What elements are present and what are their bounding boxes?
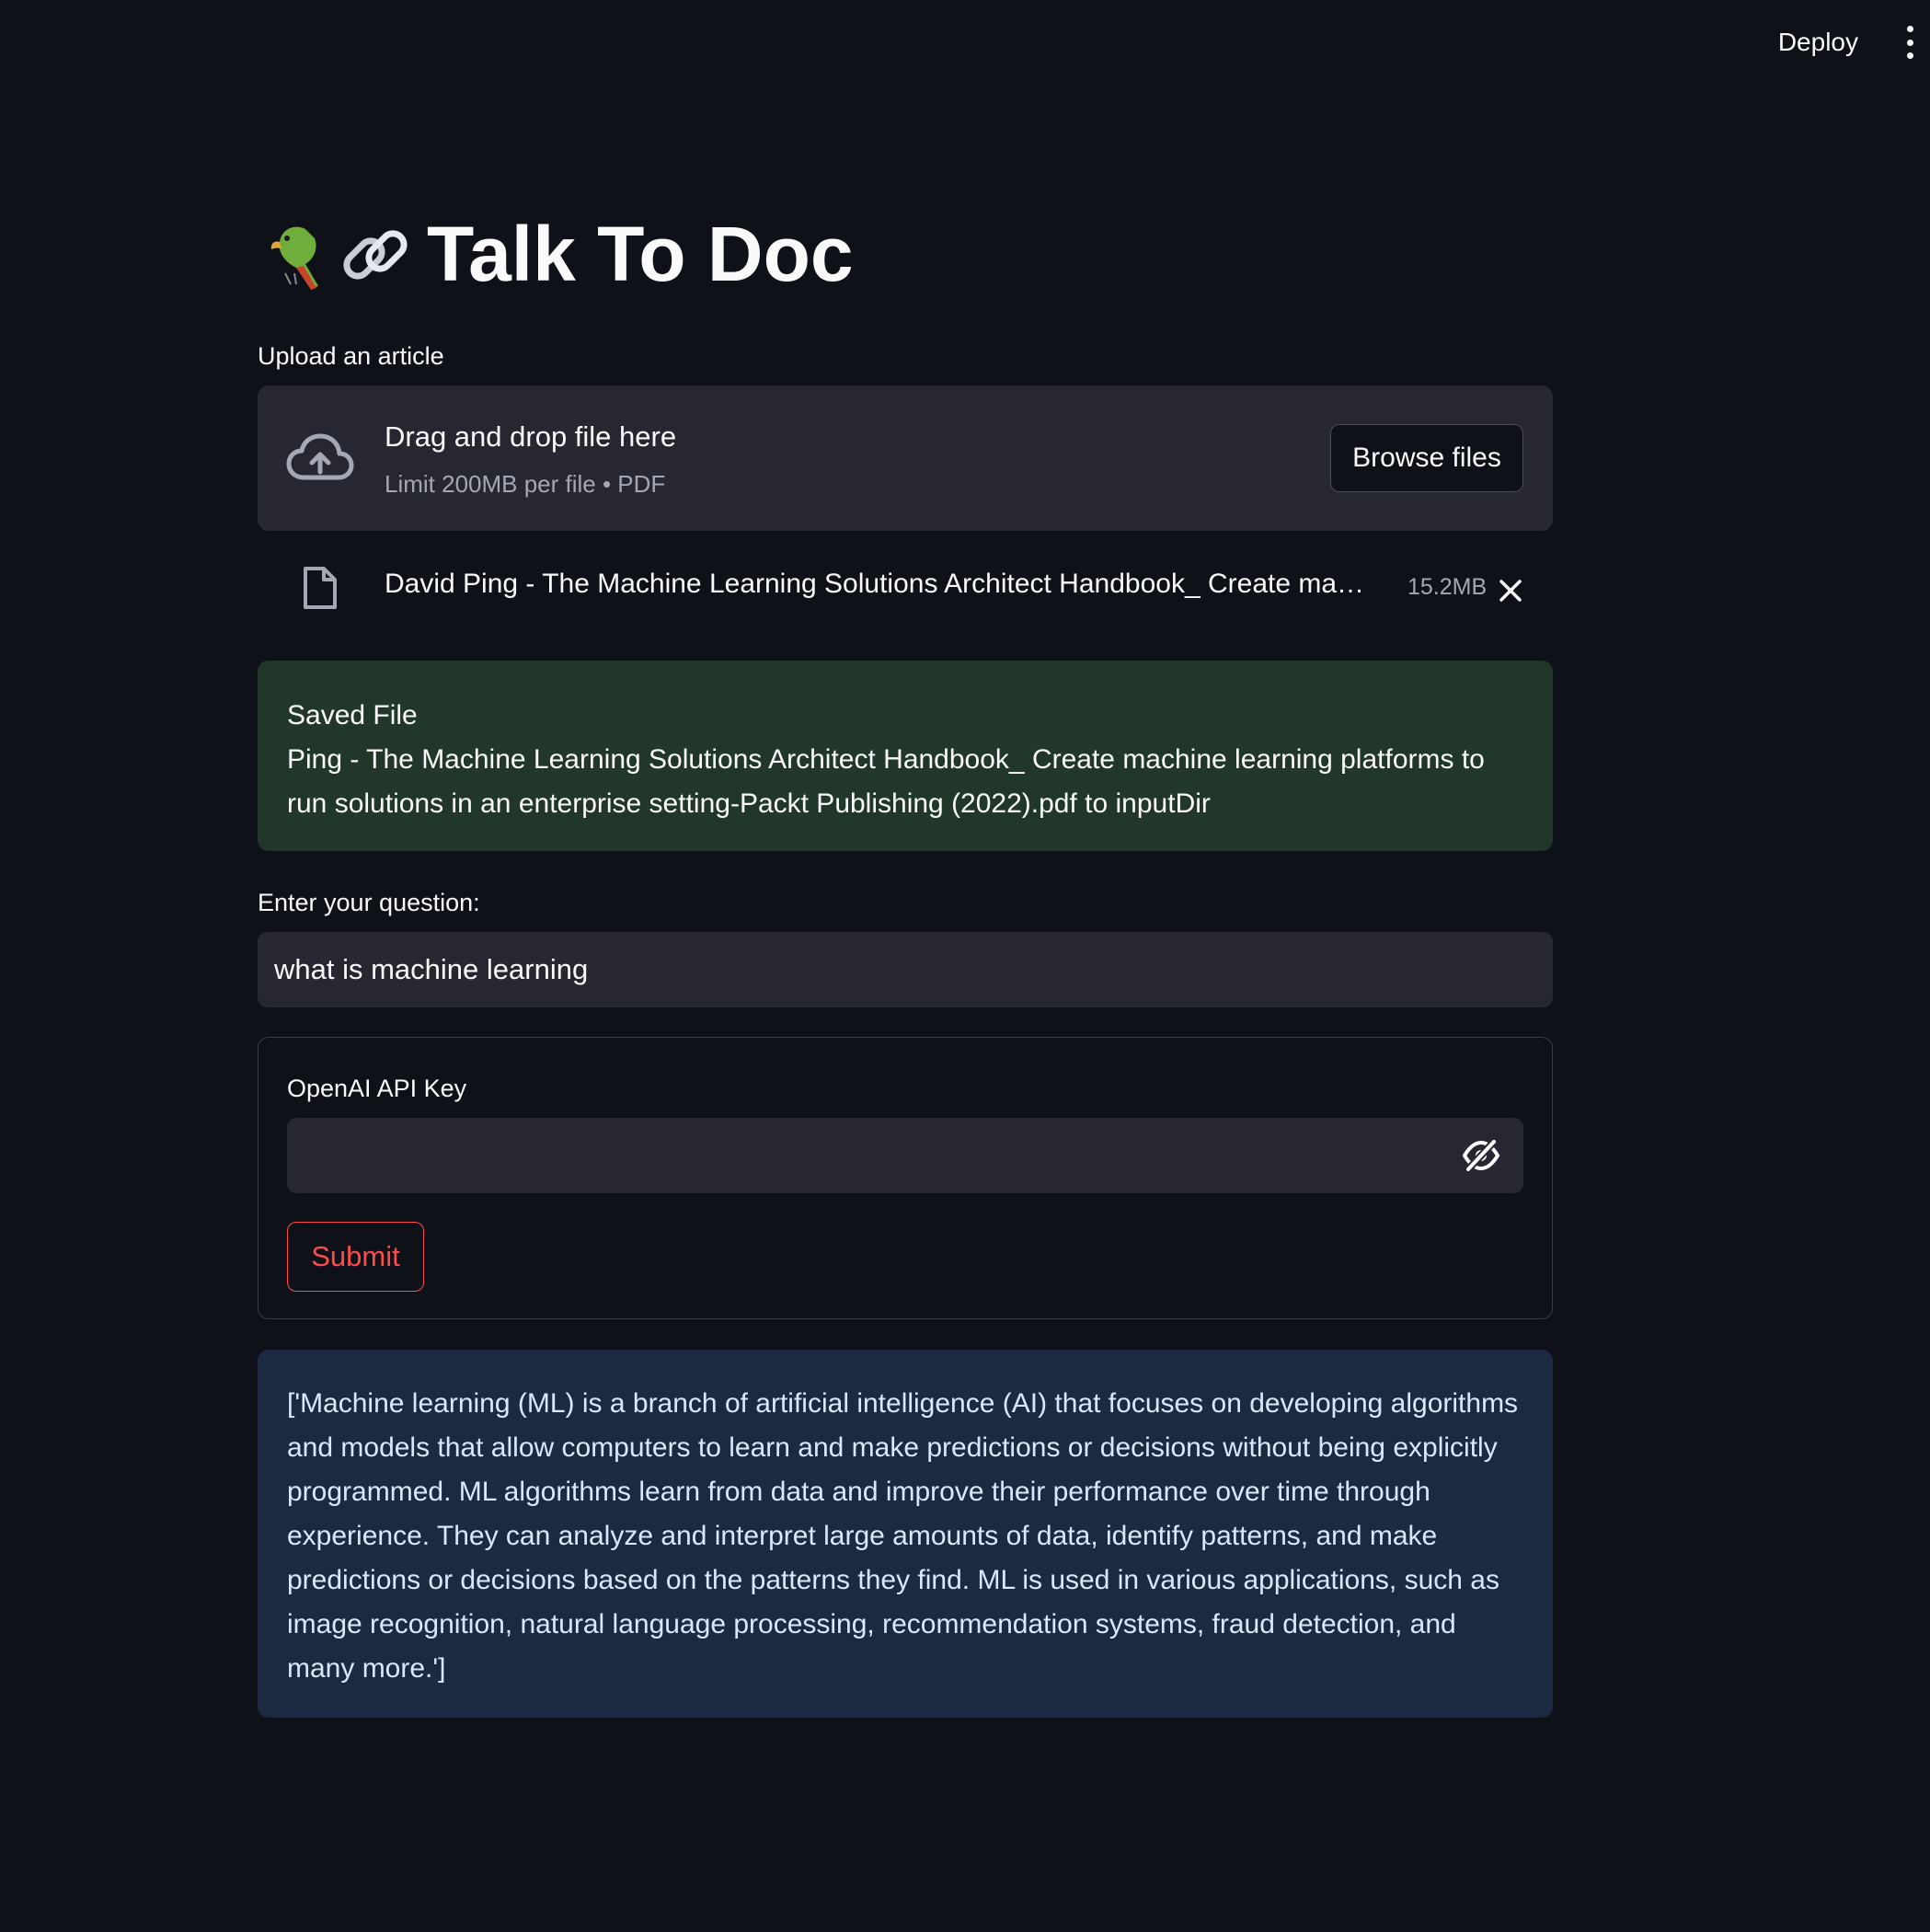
submit-button[interactable]: Submit [287, 1222, 424, 1292]
api-key-field [287, 1118, 1523, 1193]
title-text: Talk To Doc [427, 211, 854, 297]
page-title: Talk To Doc [258, 210, 854, 299]
uploaded-file-name: David Ping - The Machine Learning Soluti… [385, 569, 1378, 599]
file-dropzone[interactable]: Drag and drop file here Limit 200MB per … [258, 385, 1553, 531]
eye-slash-icon[interactable] [1461, 1136, 1501, 1175]
success-alert: Saved File Ping - The Machine Learning S… [258, 661, 1553, 851]
answer-info-box: ['Machine learning (ML) is a branch of a… [258, 1350, 1553, 1718]
main-menu-icon[interactable] [1897, 26, 1923, 59]
upload-label: Upload an article [258, 342, 444, 370]
menu-dot [1906, 26, 1913, 32]
question-input[interactable] [258, 932, 1553, 1007]
browse-files-button[interactable]: Browse files [1330, 424, 1523, 492]
uploaded-file-size: 15.2MB [1407, 574, 1488, 600]
menu-dot [1906, 39, 1913, 46]
parrot-icon [270, 226, 318, 290]
api-key-input[interactable] [287, 1118, 1437, 1193]
success-title: Saved File [287, 700, 418, 730]
app-header: Deploy [0, 0, 1930, 83]
question-label: Enter your question: [258, 889, 480, 916]
deploy-button[interactable]: Deploy [1771, 24, 1866, 61]
dropzone-title: Drag and drop file here [385, 420, 677, 453]
link-icon [343, 229, 408, 280]
api-key-form: OpenAI API Key Submit [258, 1037, 1553, 1319]
remove-file-icon[interactable] [1490, 570, 1531, 611]
dropzone-limit: Limit 200MB per file • PDF [385, 470, 666, 498]
cloud-upload-icon [286, 433, 354, 480]
menu-dot [1906, 52, 1913, 59]
success-message: Ping - The Machine Learning Solutions Ar… [287, 744, 1485, 819]
title-emojis [258, 216, 414, 293]
api-key-label: OpenAI API Key [287, 1075, 467, 1102]
uploaded-file-row: David Ping - The Machine Learning Soluti… [258, 561, 1553, 616]
file-icon [304, 567, 337, 609]
